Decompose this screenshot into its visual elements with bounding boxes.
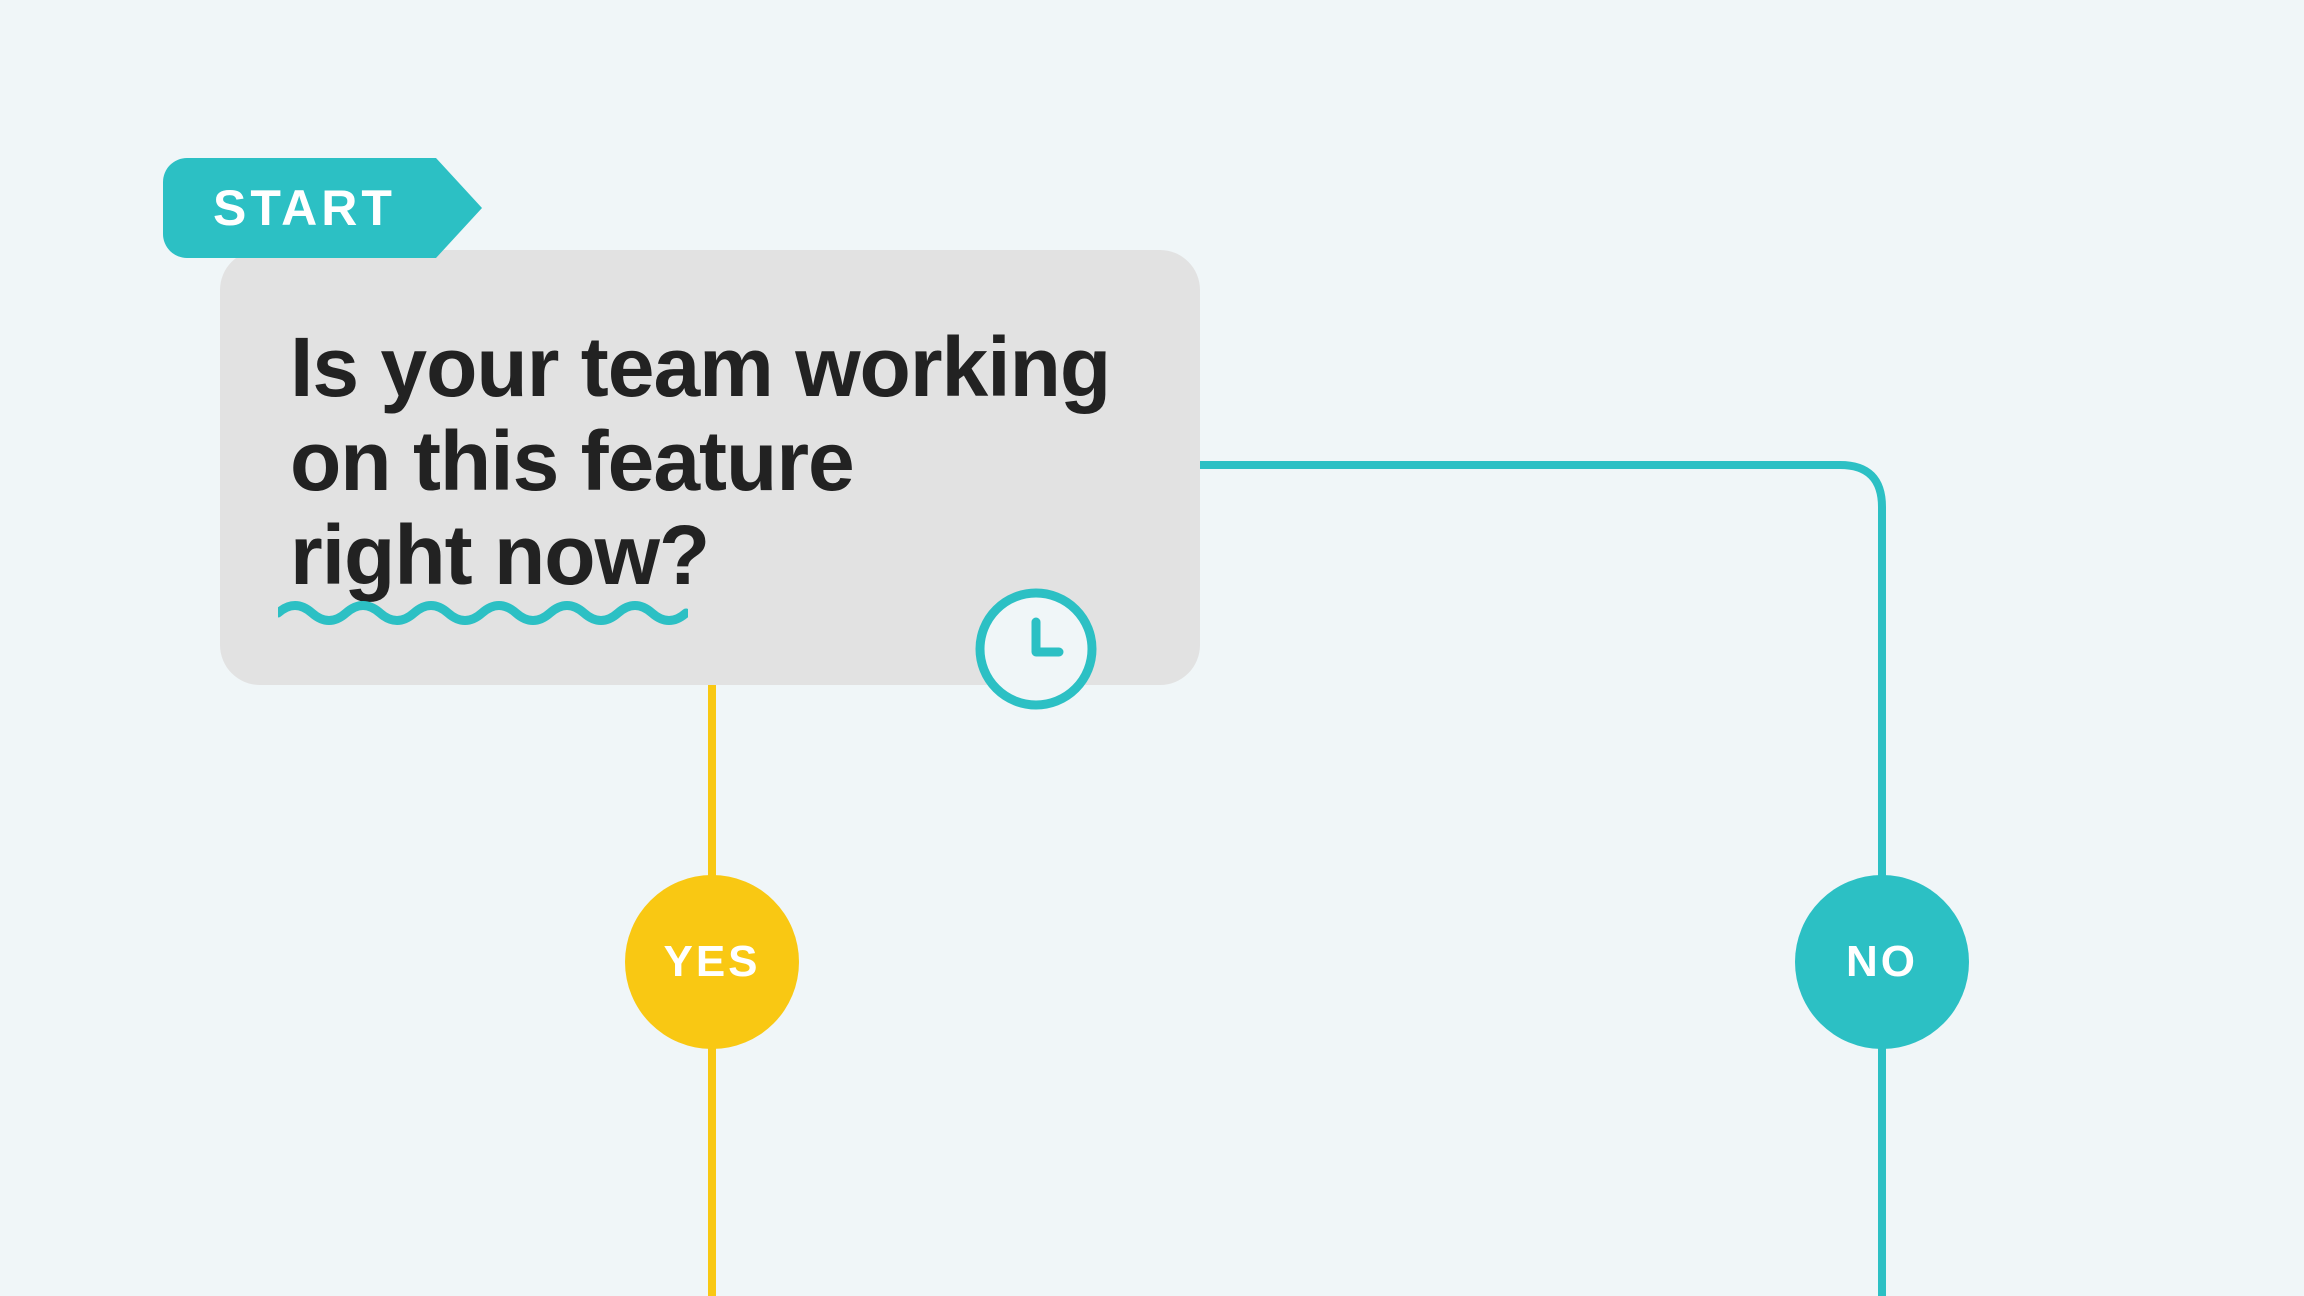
decision-node-yes: YES — [625, 875, 799, 1049]
yes-label: YES — [663, 937, 760, 987]
decision-node-no: NO — [1795, 875, 1969, 1049]
question-line-2: on this feature — [290, 414, 854, 508]
question-line-3: right now? — [290, 508, 709, 602]
question-line-1: Is your team working — [290, 320, 1110, 414]
no-label: NO — [1846, 937, 1918, 987]
question-text: Is your team working on this feature rig… — [290, 320, 1120, 602]
wavy-underline-icon — [278, 598, 688, 628]
start-label: START — [213, 179, 396, 237]
flowchart-stage: Is your team working on this feature rig… — [0, 0, 2304, 1296]
clock-icon — [973, 586, 1099, 712]
start-tag: START — [163, 158, 436, 258]
